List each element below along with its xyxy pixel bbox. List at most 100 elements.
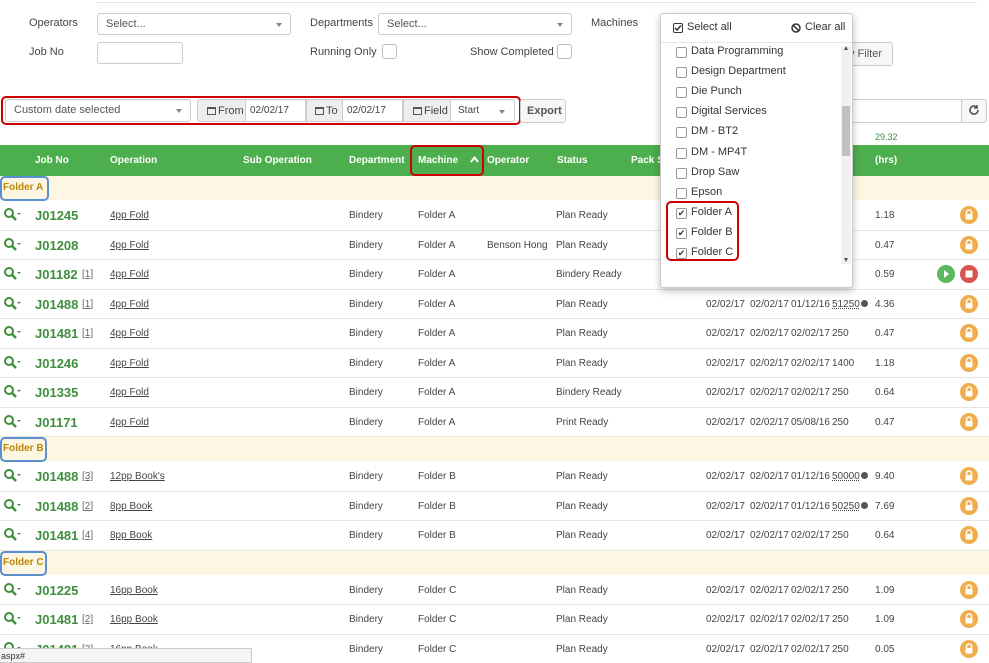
col-sub-operation[interactable]: Sub Operation	[243, 155, 312, 166]
checkbox-icon[interactable]	[676, 87, 687, 99]
job-number[interactable]: J01481	[35, 612, 78, 627]
lock-button[interactable]	[960, 324, 978, 342]
job-number[interactable]: J01481	[35, 528, 78, 543]
lock-button[interactable]	[960, 639, 978, 658]
dropdown-scrollbar[interactable]	[841, 46, 851, 264]
info-icon[interactable]	[861, 472, 868, 479]
lock-button[interactable]	[960, 580, 978, 599]
search-dropdown-button[interactable]	[3, 414, 21, 430]
job-number[interactable]: J01182	[35, 267, 78, 282]
lock-button[interactable]	[960, 467, 978, 485]
operation-link[interactable]: 16pp Book	[110, 614, 158, 625]
search-dropdown-button[interactable]	[3, 207, 21, 223]
lock-button[interactable]	[960, 235, 978, 254]
search-dropdown-button[interactable]	[3, 468, 21, 484]
col-hrs[interactable]: (hrs)	[875, 155, 897, 166]
search-input[interactable]	[850, 99, 962, 123]
col-status[interactable]: Status	[557, 155, 588, 166]
to-date-input[interactable]: 02/02/17	[343, 99, 403, 122]
checkbox-icon[interactable]	[676, 127, 687, 139]
job-count[interactable]: [1]	[82, 328, 93, 339]
job-count[interactable]: [1]	[82, 269, 93, 280]
show-completed-checkbox[interactable]	[557, 44, 572, 59]
lock-button[interactable]	[960, 412, 978, 431]
operation-link[interactable]: 4pp Fold	[110, 210, 149, 221]
col-operator[interactable]: Operator	[487, 155, 529, 166]
job-number[interactable]: J01488	[35, 469, 78, 484]
operation-link[interactable]: 4pp Fold	[110, 387, 149, 398]
job-number[interactable]: J01225	[35, 583, 78, 598]
check-square-icon	[673, 23, 683, 33]
info-icon[interactable]	[861, 501, 868, 509]
lock-button[interactable]	[960, 294, 978, 313]
search-dropdown-button[interactable]	[3, 355, 21, 371]
search-dropdown-button[interactable]	[3, 266, 21, 282]
job-count[interactable]: [4]	[82, 530, 93, 541]
checkbox-icon[interactable]	[676, 107, 687, 119]
jobno-input[interactable]	[97, 42, 183, 64]
stop-button[interactable]	[960, 265, 978, 283]
operation-link[interactable]: 4pp Fold	[110, 240, 149, 251]
search-dropdown-button[interactable]	[3, 582, 21, 598]
operation-link[interactable]: 16pp Book	[110, 585, 158, 596]
lock-icon	[965, 386, 973, 397]
lock-button[interactable]	[960, 383, 978, 401]
operation-link[interactable]: 4pp Fold	[110, 417, 149, 428]
job-number[interactable]: J01488	[35, 297, 78, 312]
col-job-no[interactable]: Job No	[35, 155, 69, 166]
refresh-button[interactable]	[961, 99, 987, 123]
lock-button[interactable]	[960, 353, 978, 372]
checkbox-icon[interactable]	[676, 67, 687, 79]
operation-link[interactable]: 12pp Book's	[110, 471, 165, 482]
lock-button[interactable]	[960, 526, 978, 544]
search-dropdown-button[interactable]	[3, 237, 21, 253]
lock-button[interactable]	[960, 496, 978, 515]
operation-link[interactable]: 4pp Fold	[110, 299, 149, 310]
field-select[interactable]: Start	[451, 99, 515, 122]
col-pack[interactable]: Pack S	[631, 155, 664, 166]
info-icon[interactable]	[861, 299, 868, 307]
job-number[interactable]: J01488	[35, 499, 78, 514]
col-operation[interactable]: Operation	[110, 155, 157, 166]
checkbox-icon[interactable]	[676, 147, 687, 159]
running-only-checkbox[interactable]	[382, 44, 397, 59]
dropdown-scroll-thumb[interactable]	[842, 106, 850, 156]
from-date-input[interactable]: 02/02/17	[246, 99, 306, 122]
search-dropdown-button[interactable]	[3, 527, 21, 543]
date-range-select[interactable]: Custom date selected	[5, 99, 191, 122]
job-number[interactable]: J01481	[35, 326, 78, 341]
folder-selection-highlight	[666, 201, 739, 261]
operation-link[interactable]: 8pp Book	[110, 501, 152, 512]
scroll-up-icon[interactable]	[844, 46, 848, 50]
departments-select[interactable]: Select...	[378, 13, 572, 35]
job-number[interactable]: J01246	[35, 356, 78, 371]
scroll-down-icon[interactable]	[844, 258, 848, 262]
operation-link[interactable]: 4pp Fold	[110, 269, 149, 280]
search-dropdown-button[interactable]	[3, 611, 21, 627]
search-dropdown-button[interactable]	[3, 296, 21, 312]
col-department[interactable]: Department	[349, 155, 405, 166]
job-count[interactable]: [3]	[82, 471, 93, 482]
job-count[interactable]: [2]	[82, 614, 93, 625]
job-count[interactable]: [1]	[82, 299, 93, 310]
search-dropdown-button[interactable]	[3, 384, 21, 400]
operation-link[interactable]: 4pp Fold	[110, 328, 149, 339]
export-button[interactable]: Export	[520, 99, 566, 123]
lock-button[interactable]	[960, 206, 978, 224]
lock-button[interactable]	[960, 610, 978, 628]
operation-link[interactable]: 4pp Fold	[110, 358, 149, 369]
job-count[interactable]: [2]	[82, 501, 93, 512]
search-dropdown-button[interactable]	[3, 498, 21, 514]
play-button[interactable]	[937, 265, 955, 283]
checkbox-icon[interactable]	[676, 47, 687, 58]
job-number[interactable]: J01245	[35, 208, 78, 223]
checkbox-icon[interactable]	[676, 187, 687, 199]
operation-link[interactable]: 8pp Book	[110, 530, 152, 541]
job-number[interactable]: J01335	[35, 385, 78, 400]
job-number[interactable]: J01171	[35, 415, 78, 430]
status-cell: Plan Ready	[556, 239, 608, 251]
operators-select[interactable]: Select...	[97, 13, 291, 35]
job-number[interactable]: J01208	[35, 238, 78, 253]
checkbox-icon[interactable]	[676, 167, 687, 179]
search-dropdown-button[interactable]	[3, 325, 21, 341]
